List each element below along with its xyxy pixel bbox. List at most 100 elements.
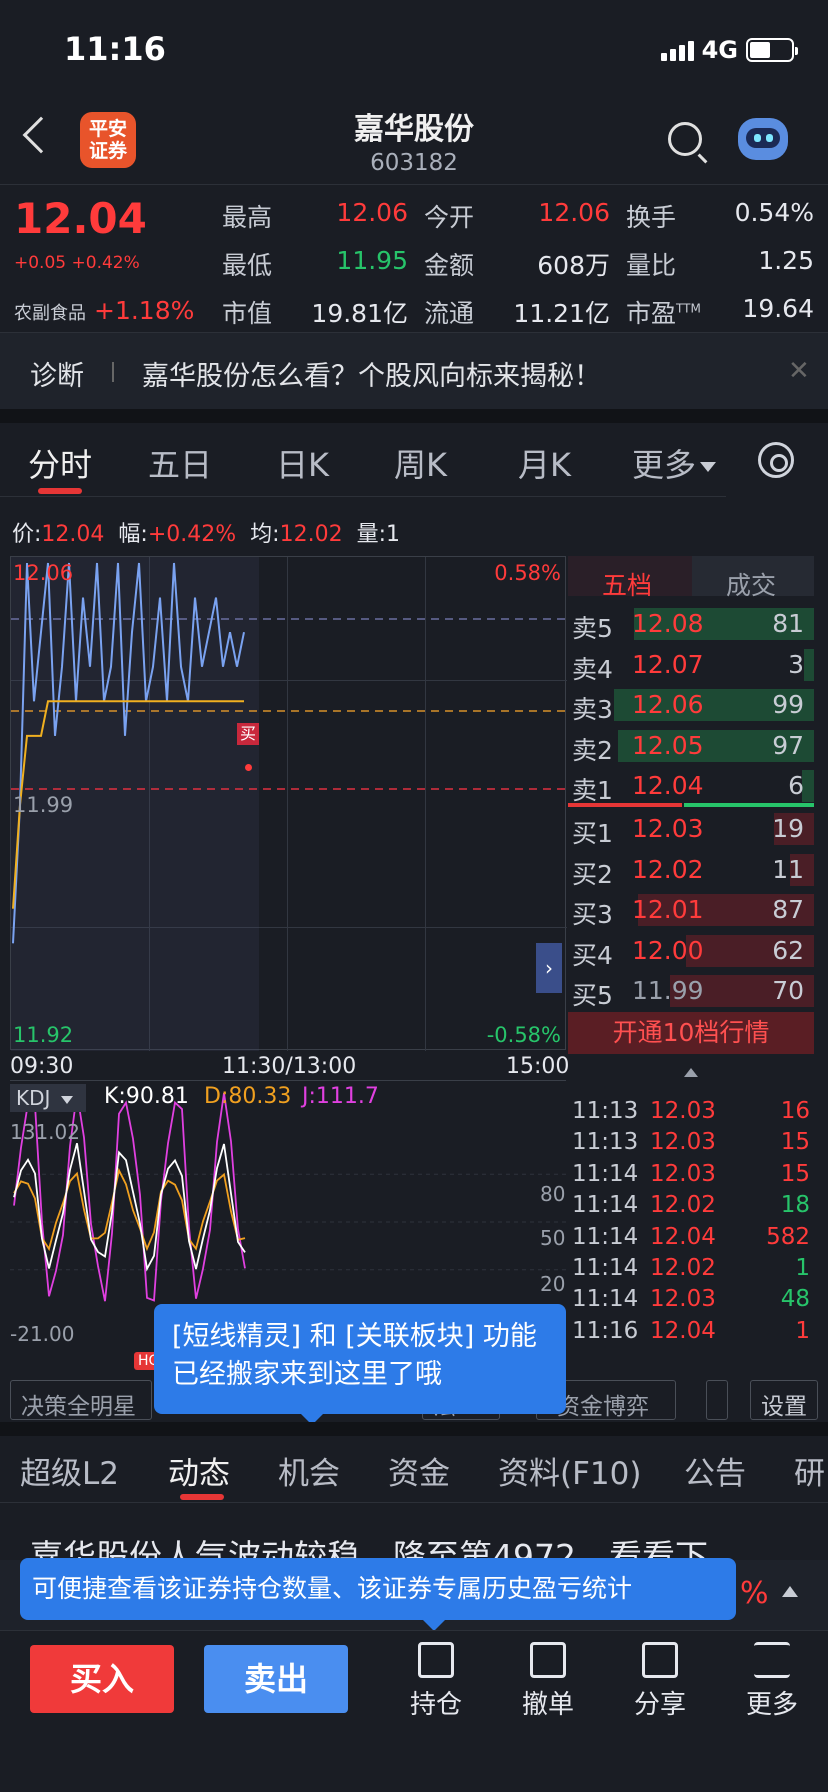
trade-volume: 1 bbox=[795, 1317, 810, 1344]
ask-level[interactable]: 卖3 12.06 99 bbox=[570, 687, 814, 724]
robot-assistant-icon[interactable] bbox=[738, 118, 788, 160]
trade-volume: 16 bbox=[780, 1098, 810, 1124]
level-price: 12.02 bbox=[632, 854, 704, 884]
level-volume: 70 bbox=[772, 976, 804, 1006]
time-end: 15:00 bbox=[506, 1054, 570, 1079]
divider bbox=[0, 1630, 828, 1631]
trade-volume: 18 bbox=[780, 1192, 810, 1219]
kdj-level-50: 50 bbox=[540, 1226, 566, 1250]
tab-dynamics[interactable]: 动态 bbox=[168, 1448, 230, 1493]
open-level10-button[interactable]: 开通10档行情 bbox=[568, 1012, 814, 1054]
trade-time: 11:13 bbox=[572, 1129, 639, 1156]
level-label: 卖4 bbox=[572, 654, 613, 684]
level-volume: 6 bbox=[788, 771, 804, 801]
quote-value: 608万 bbox=[537, 251, 610, 280]
volume-bar bbox=[804, 648, 814, 681]
decision-stars-button[interactable]: 决策全明星 bbox=[10, 1380, 152, 1420]
trade-price: 12.03 bbox=[650, 1129, 716, 1156]
level-label: 买4 bbox=[572, 940, 613, 970]
trade-volume: 48 bbox=[780, 1286, 810, 1313]
feature-moved-tooltip[interactable]: [短线精灵] 和 [关联板块] 功能 已经搬家来到这里了哦 bbox=[154, 1304, 566, 1414]
intraday-chart[interactable]: 12.06 11.99 11.92 0.58% -0.58% 买 › bbox=[10, 556, 567, 1051]
chevron-up-icon[interactable] bbox=[782, 1586, 798, 1597]
level-volume: 11 bbox=[772, 854, 804, 884]
ask-level[interactable]: 卖4 12.07 3 bbox=[570, 647, 814, 684]
quote-value: 19.81亿 bbox=[311, 299, 408, 328]
buy-marker: 买 bbox=[237, 723, 259, 745]
expand-arrow-button[interactable]: › bbox=[536, 943, 562, 993]
trade-time: 11:13 bbox=[572, 1098, 639, 1124]
quote-label: 市值 bbox=[222, 299, 273, 328]
level-label: 买1 bbox=[572, 819, 613, 848]
more-button[interactable]: 更多 bbox=[732, 1642, 812, 1721]
ask-level[interactable]: 卖5 12.08 81 bbox=[570, 606, 814, 643]
quote-label: 最低 bbox=[222, 251, 273, 280]
level-volume: 97 bbox=[772, 730, 804, 760]
diagnosis-label: 诊断 bbox=[30, 361, 84, 392]
chart-bottom-pct: -0.58% bbox=[486, 1023, 561, 1047]
tab-research[interactable]: 研 bbox=[794, 1448, 825, 1493]
level-volume: 3 bbox=[788, 649, 804, 679]
tab-f10[interactable]: 资料(F10) bbox=[498, 1448, 641, 1493]
close-icon[interactable]: ✕ bbox=[788, 356, 810, 386]
trade-time: 11:14 bbox=[572, 1192, 639, 1219]
level-price: 12.08 bbox=[632, 609, 704, 638]
tab-monthly-k[interactable]: 月K bbox=[518, 440, 571, 486]
tab-more[interactable]: 更多 bbox=[632, 440, 717, 486]
kdj-j-value: J:111.7 bbox=[302, 1084, 379, 1109]
bid-level[interactable]: 买1 12.03 19 bbox=[570, 811, 814, 848]
buy-button[interactable]: 买入 bbox=[30, 1645, 174, 1713]
bid-level[interactable]: 买3 12.01 87 bbox=[570, 892, 814, 929]
price-series-line bbox=[12, 562, 245, 944]
gear-icon[interactable] bbox=[758, 442, 794, 478]
position-tooltip[interactable]: 可便捷查看该证券持仓数量、该证券专属历史盈亏统计 bbox=[20, 1558, 736, 1620]
level-price: 12.06 bbox=[632, 690, 704, 720]
quote-value: 19.64 bbox=[742, 294, 814, 323]
ask-level[interactable]: 卖1 12.04 6 bbox=[570, 768, 814, 805]
sell-button[interactable]: 卖出 bbox=[204, 1645, 348, 1713]
bid-level[interactable]: 买2 12.02 11 bbox=[570, 852, 814, 889]
chevron-up-icon[interactable] bbox=[684, 1068, 698, 1077]
level-label: 买5 bbox=[572, 981, 613, 1011]
divider bbox=[0, 184, 828, 185]
quote-value: 12.06 bbox=[538, 198, 610, 227]
tab-daily-k[interactable]: 日K bbox=[276, 440, 329, 486]
tab-super-l2[interactable]: 超级L2 bbox=[20, 1448, 119, 1493]
signal-icon bbox=[660, 39, 694, 61]
quote-label: 流通 bbox=[424, 299, 475, 328]
quote-value: 12.06 bbox=[336, 198, 408, 227]
sector-change[interactable]: 农副食品 +1.18% bbox=[14, 296, 194, 325]
tab-announcements[interactable]: 公告 bbox=[684, 1448, 746, 1493]
diagnosis-message[interactable]: 嘉华股份怎么看？个股风向标来揭秘！ bbox=[142, 354, 601, 393]
ask-level[interactable]: 卖2 12.05 97 bbox=[570, 728, 814, 765]
tab-funds[interactable]: 资金 bbox=[388, 1448, 450, 1493]
divider bbox=[112, 362, 114, 382]
chart-top-price: 12.06 bbox=[13, 561, 74, 585]
tab-opportunity[interactable]: 机会 bbox=[278, 1448, 340, 1493]
settings-button[interactable]: 设置 bbox=[750, 1380, 818, 1420]
bid-level[interactable]: 买4 12.00 62 bbox=[570, 933, 814, 970]
tab-weekly-k[interactable]: 周K bbox=[394, 440, 447, 486]
trade-time: 11:14 bbox=[572, 1286, 639, 1313]
time-start: 09:30 bbox=[10, 1054, 74, 1079]
bid-level[interactable]: 买5 11.99 70 bbox=[570, 973, 814, 1011]
share-button[interactable]: 分享 bbox=[620, 1642, 700, 1721]
menu-icon bbox=[754, 1642, 790, 1678]
indicator-selector[interactable]: KDJ bbox=[10, 1084, 86, 1112]
tab-intraday[interactable]: 分时 bbox=[28, 440, 92, 486]
trade-price: 12.03 bbox=[650, 1098, 716, 1124]
search-icon[interactable] bbox=[668, 122, 702, 156]
cancel-order-button[interactable]: 撤单 bbox=[508, 1642, 588, 1721]
kdj-panel[interactable] bbox=[10, 1080, 566, 1342]
partial-button-2[interactable] bbox=[706, 1380, 728, 1420]
quote-label: 换手 bbox=[626, 203, 677, 232]
hold-button[interactable]: 持仓 bbox=[396, 1642, 476, 1721]
kdj-level-20: 20 bbox=[540, 1272, 566, 1296]
tab-trades[interactable]: 成交 bbox=[726, 566, 776, 602]
tab-five-day[interactable]: 五日 bbox=[148, 440, 212, 486]
quote-value: 1.25 bbox=[758, 246, 814, 275]
kdj-k-line bbox=[13, 1143, 246, 1272]
level-price: 12.00 bbox=[632, 935, 704, 965]
tab-five-levels[interactable]: 五档 bbox=[602, 566, 652, 602]
level-price: 12.03 bbox=[632, 814, 704, 843]
